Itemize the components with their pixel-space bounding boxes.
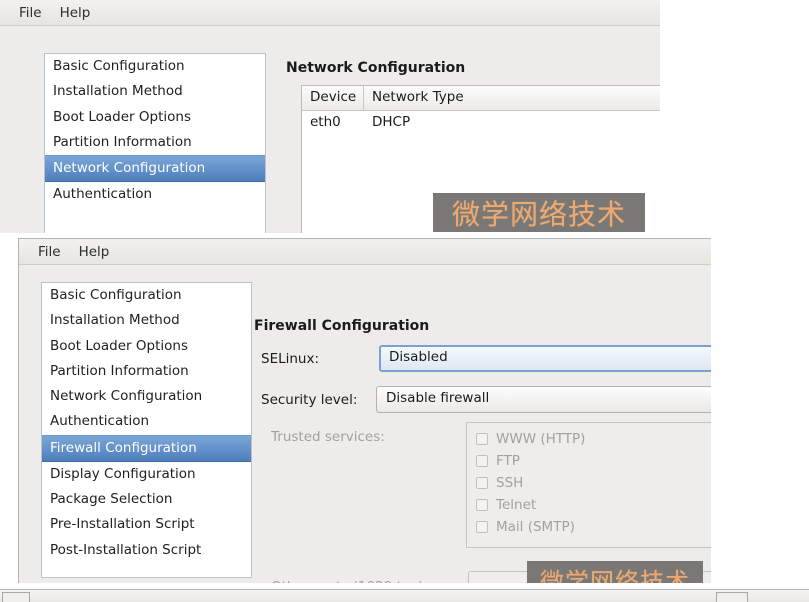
sidebar-label: Pre-Installation Script [50, 516, 195, 533]
trusted-services-label: Trusted services: [271, 429, 385, 445]
page-title-network: Network Configuration [286, 60, 466, 76]
sidebar-item-installation-method[interactable]: Installation Method [42, 308, 251, 333]
selinux-label: SELinux: [261, 351, 320, 367]
trusted-service-label: Mail (SMTP) [496, 519, 575, 535]
sidebar-item-pre-installation-script[interactable]: Pre-Installation Script [42, 512, 251, 537]
sidebar-item-boot-loader-options[interactable]: Boot Loader Options [45, 105, 265, 130]
sidebar-network[interactable]: Basic Configuration Installation Method … [44, 53, 266, 233]
sidebar-label: Basic Configuration [50, 287, 182, 303]
sidebar-item-installation-method[interactable]: Installation Method [45, 79, 265, 104]
checkbox-telnet[interactable] [476, 499, 488, 511]
checkbox-www-http[interactable] [476, 433, 488, 445]
cell-network-type: DHCP [372, 114, 411, 130]
sidebar-label: Installation Method [50, 312, 180, 329]
sidebar-item-network-configuration[interactable]: Network Configuration [45, 155, 265, 183]
trusted-service-row[interactable]: SSH [467, 472, 711, 494]
window-firewall-body: Basic Configuration Installation Method … [19, 265, 711, 583]
sidebar-item-display-configuration[interactable]: Display Configuration [42, 462, 251, 487]
menu-file[interactable]: File [10, 3, 51, 23]
menu-help[interactable]: Help [70, 242, 119, 262]
sidebar-label: Package Selection [50, 491, 173, 507]
sidebar-item-boot-loader-options[interactable]: Boot Loader Options [42, 334, 251, 359]
trusted-service-label: FTP [496, 453, 520, 469]
table-header-device[interactable]: Device [302, 86, 364, 110]
menubar-network: File Help [0, 0, 660, 26]
watermark-text: 微学网络技术 [451, 197, 626, 231]
sidebar-item-partition-information[interactable]: Partition Information [45, 130, 265, 155]
trusted-service-row[interactable]: WWW (HTTP) [467, 428, 711, 450]
other-ports-label: Other ports (1029:tcp): [271, 579, 428, 583]
sidebar-label: Boot Loader Options [53, 108, 191, 125]
checkbox-ftp[interactable] [476, 455, 488, 467]
watermark-overlay-network: 微学网络技术 [433, 193, 645, 232]
sidebar-item-firewall-configuration[interactable]: Firewall Configuration [42, 434, 251, 462]
trusted-service-row[interactable]: Telnet [467, 494, 711, 516]
checkbox-ssh[interactable] [476, 477, 488, 489]
partial-tab-left[interactable] [2, 592, 30, 602]
screenshot-root: File Help Basic Configuration Installati… [0, 0, 809, 602]
sidebar-label: Firewall Configuration [50, 439, 197, 456]
security-level-value: Disable firewall [386, 390, 490, 406]
sidebar-label: Partition Information [53, 133, 192, 150]
trusted-services-panel[interactable]: WWW (HTTP) FTP SSH Telnet Mail (SMTP) [466, 422, 711, 548]
sidebar-item-authentication[interactable]: Authentication [45, 182, 265, 207]
trusted-service-label: Telnet [496, 497, 537, 513]
window-background-partial [0, 589, 809, 602]
sidebar-firewall[interactable]: Basic Configuration Installation Method … [41, 282, 252, 578]
sidebar-item-partition-information[interactable]: Partition Information [42, 359, 251, 384]
page-title-firewall: Firewall Configuration [254, 318, 430, 334]
watermark-overlay-firewall: 微学网络技术 [527, 561, 703, 583]
trusted-service-label: SSH [496, 475, 524, 491]
table-header-network-type[interactable]: Network Type [364, 86, 472, 110]
security-level-label: Security level: [261, 392, 358, 408]
sidebar-item-authentication[interactable]: Authentication [42, 409, 251, 434]
partial-tab-right[interactable] [716, 592, 748, 602]
trusted-service-label: WWW (HTTP) [496, 431, 586, 447]
sidebar-label: Post-Installation Script [50, 541, 202, 558]
window-firewall-configuration: File Help Basic Configuration Installati… [18, 238, 711, 583]
sidebar-label: Display Configuration [50, 465, 196, 482]
sidebar-item-package-selection[interactable]: Package Selection [42, 487, 251, 512]
window-network-body: Basic Configuration Installation Method … [0, 26, 660, 233]
menubar-firewall: File Help [19, 239, 711, 265]
cell-device: eth0 [310, 114, 341, 130]
trusted-service-row[interactable]: Mail (SMTP) [467, 516, 711, 538]
sidebar-item-basic-configuration[interactable]: Basic Configuration [45, 54, 265, 79]
sidebar-label: Network Configuration [53, 160, 206, 176]
selinux-dropdown[interactable]: Disabled [379, 345, 711, 372]
selinux-value: Disabled [389, 349, 448, 365]
security-level-dropdown[interactable]: Disable firewall [376, 386, 711, 413]
sidebar-label: Network Configuration [50, 388, 203, 404]
sidebar-label: Boot Loader Options [50, 337, 188, 354]
sidebar-label: Authentication [50, 413, 150, 430]
sidebar-item-post-installation-script[interactable]: Post-Installation Script [42, 538, 251, 563]
trusted-service-row[interactable]: FTP [467, 450, 711, 472]
sidebar-item-network-configuration[interactable]: Network Configuration [42, 384, 251, 409]
checkbox-mail-smtp[interactable] [476, 521, 488, 533]
sidebar-label: Authentication [53, 186, 153, 203]
sidebar-item-basic-configuration[interactable]: Basic Configuration [42, 283, 251, 308]
sidebar-label: Installation Method [53, 83, 183, 100]
table-header-row: Device Network Type [302, 86, 660, 111]
watermark-text: 微学网络技术 [540, 567, 690, 584]
menu-help[interactable]: Help [51, 3, 100, 23]
menu-file[interactable]: File [29, 242, 70, 262]
window-network-configuration: File Help Basic Configuration Installati… [0, 0, 660, 233]
table-row[interactable]: eth0 DHCP [302, 111, 660, 135]
sidebar-label: Basic Configuration [53, 58, 185, 74]
sidebar-label: Partition Information [50, 362, 189, 379]
